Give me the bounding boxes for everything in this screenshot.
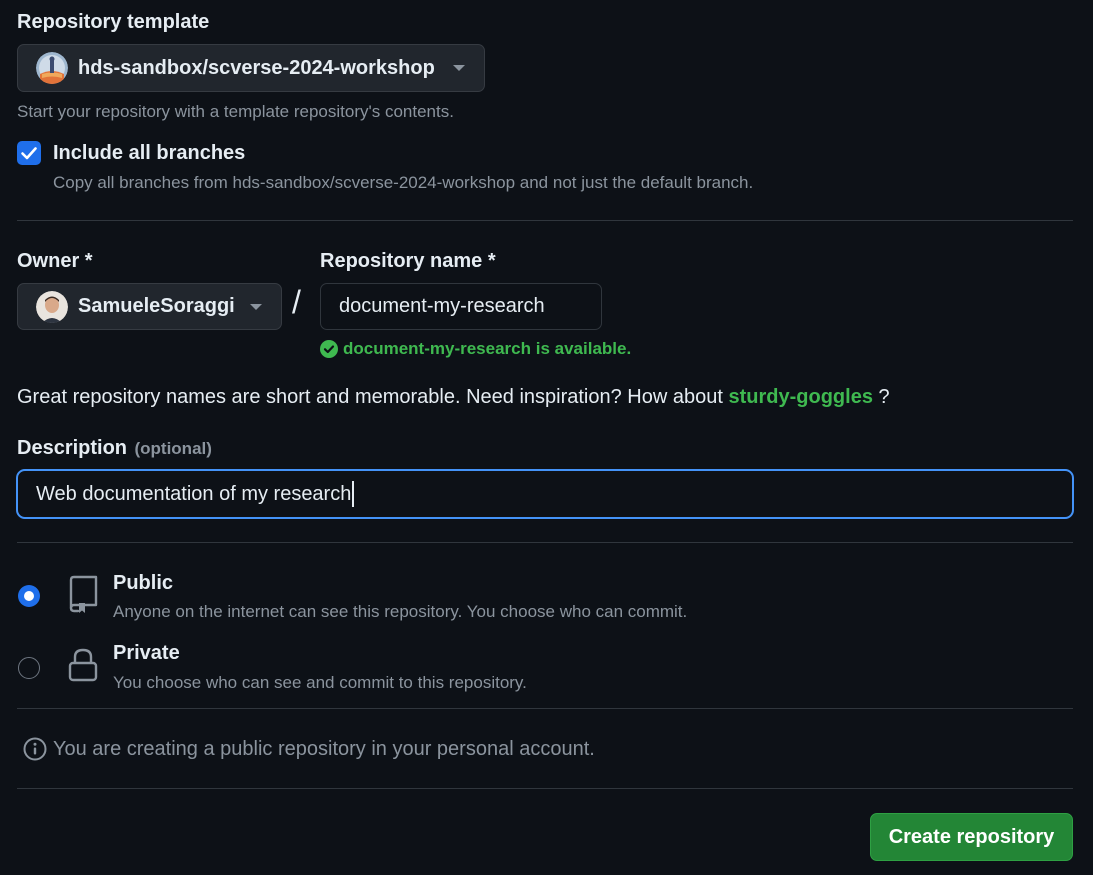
template-select-value: hds-sandbox/scverse-2024-workshop — [78, 56, 435, 79]
availability-message: document-my-research is available. — [320, 339, 631, 359]
chevron-down-icon — [250, 303, 262, 310]
avatar — [36, 290, 68, 323]
private-help: You choose who can see and commit to thi… — [113, 673, 527, 692]
chevron-down-icon — [453, 65, 465, 71]
description-optional: (optional) — [134, 439, 212, 458]
template-avatar — [36, 52, 68, 84]
owner-select[interactable]: SamueleSoraggi — [17, 283, 282, 330]
description-input[interactable]: Web documentation of my research — [16, 469, 1074, 519]
include-branches-label[interactable]: Include all branches — [53, 142, 245, 165]
notice-text: You are creating a public repository in … — [53, 737, 595, 760]
suggestion-suffix: ? — [878, 386, 890, 408]
divider — [17, 788, 1073, 789]
suggestion-prefix: Great repository names are short and mem… — [17, 386, 723, 408]
template-label: Repository template — [17, 11, 210, 33]
create-repository-button[interactable]: Create repository — [870, 813, 1073, 861]
public-help: Anyone on the internet can see this repo… — [113, 602, 688, 621]
divider — [17, 708, 1073, 709]
repo-name-label: Repository name * — [320, 250, 496, 272]
description-label-row: Description (optional) — [17, 437, 212, 460]
template-select[interactable]: hds-sandbox/scverse-2024-workshop — [17, 44, 485, 92]
include-branches-checkbox[interactable] — [17, 141, 41, 165]
availability-text: document-my-research is available. — [343, 339, 632, 358]
divider — [17, 542, 1073, 543]
repo-name-value: document-my-research — [339, 295, 545, 317]
private-radio[interactable] — [18, 657, 40, 679]
repo-name-input[interactable]: document-my-research — [320, 283, 602, 330]
public-title[interactable]: Public — [113, 572, 173, 595]
divider — [17, 220, 1073, 221]
owner-label: Owner * — [17, 250, 93, 272]
name-suggestion: Great repository names are short and mem… — [17, 386, 890, 409]
owner-select-value: SamueleSoraggi — [78, 295, 235, 317]
description-label: Description — [17, 437, 128, 459]
suggestion-link[interactable]: sturdy-goggles — [728, 386, 872, 408]
description-value: Web documentation of my research — [36, 482, 352, 505]
owner-repo-separator: / — [292, 284, 301, 320]
lock-icon — [67, 647, 99, 688]
visibility-notice: You are creating a public repository in … — [23, 737, 595, 761]
info-icon — [23, 737, 47, 761]
text-cursor — [352, 481, 355, 507]
template-help: Start your repository with a template re… — [17, 102, 454, 121]
repo-icon — [67, 575, 99, 618]
public-radio[interactable] — [18, 585, 40, 607]
include-branches-help: Copy all branches from hds-sandbox/scver… — [53, 173, 754, 192]
private-title[interactable]: Private — [113, 642, 180, 665]
check-circle-icon — [320, 340, 338, 358]
checkmark-icon — [21, 147, 37, 160]
